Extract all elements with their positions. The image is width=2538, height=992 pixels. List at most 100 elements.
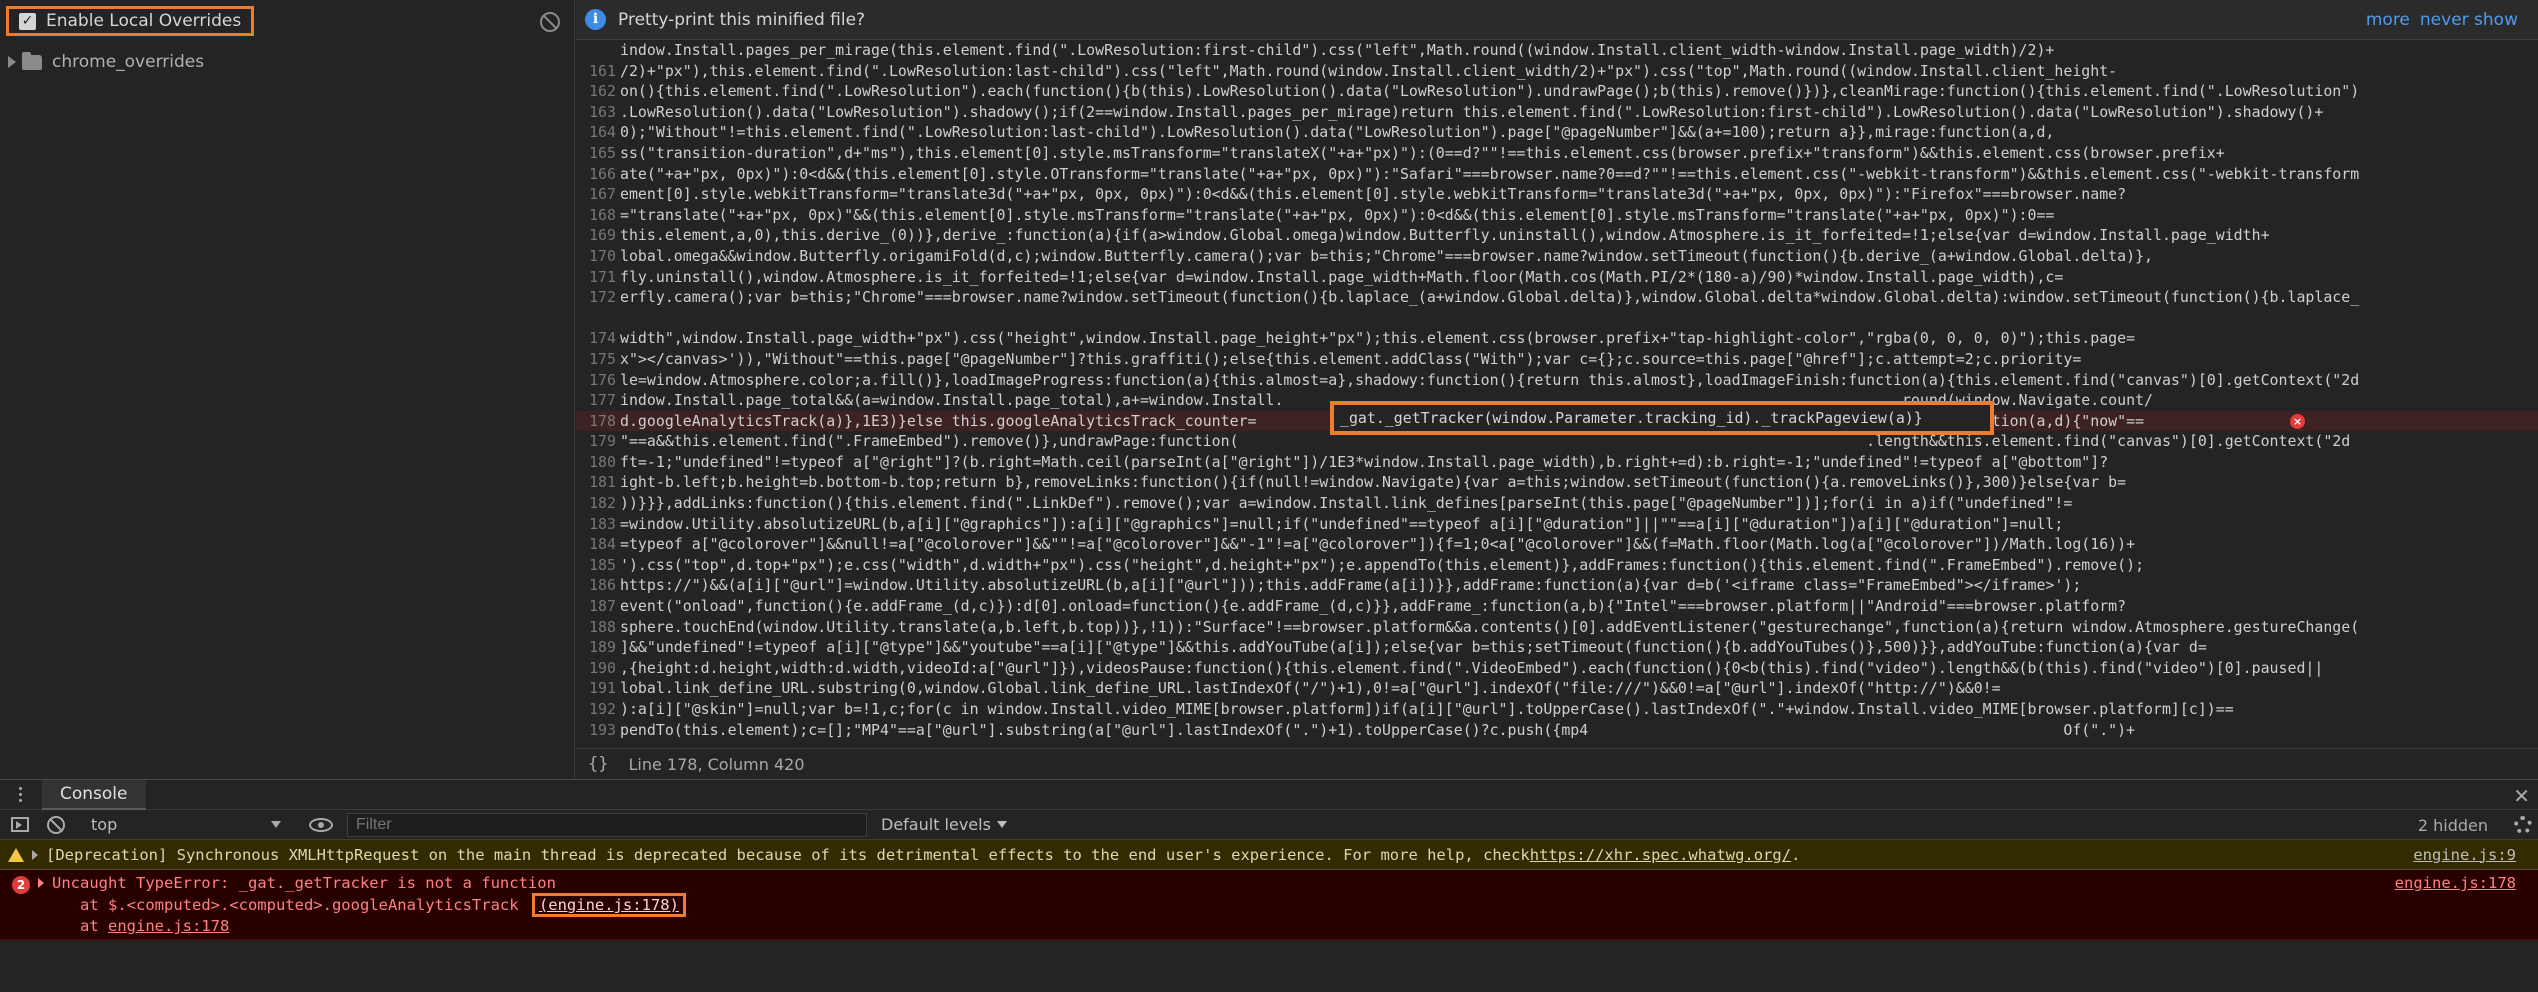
code-line[interactable] [576, 308, 2538, 329]
line-number[interactable]: 167 [576, 184, 618, 205]
line-number[interactable]: 179 [576, 431, 618, 452]
line-number[interactable]: 191 [576, 678, 618, 699]
line-number[interactable]: 183 [576, 514, 618, 535]
line-number[interactable]: 172 [576, 287, 618, 308]
line-number[interactable]: 193 [576, 720, 618, 741]
clear-console-icon[interactable] [47, 815, 65, 834]
line-number[interactable]: 192 [576, 699, 618, 720]
line-number[interactable]: 189 [576, 637, 618, 658]
line-number[interactable]: 164 [576, 122, 618, 143]
code-line[interactable]: 190 ,{height:d.height,width:d.width,video… [576, 658, 2538, 679]
tab-console[interactable]: Console [42, 779, 146, 810]
line-number[interactable]: 188 [576, 617, 618, 638]
line-number[interactable]: 169 [576, 225, 618, 246]
code-line[interactable]: 168 ="translate("+a+"px, 0px)"&&(this.ele… [576, 205, 2538, 226]
checkbox-checked-icon[interactable]: ✓ [19, 12, 36, 30]
code-line[interactable]: 166 ate("+a+"px, 0px)"):0<d&&(this.elemen… [576, 164, 2538, 185]
close-drawer-icon[interactable]: ✕ [2513, 784, 2530, 808]
code-line[interactable]: 165 ss("transition-duration",d+"ms"),this… [576, 143, 2538, 164]
code-line[interactable]: 164 0);"Without"!=this.element.find(".Low… [576, 122, 2538, 143]
show-sidebar-icon[interactable] [11, 817, 29, 832]
code-text: x"></canvas>')),"Without"==this.page["@p… [620, 349, 2082, 368]
line-number[interactable]: 178 [576, 411, 618, 432]
console-error-message: 2 Uncaught TypeError: _gat._getTracker i… [0, 870, 2538, 940]
code-line[interactable]: 180 ft=-1;"undefined"!=typeof a["@right"]… [576, 452, 2538, 473]
code-line[interactable]: 174 width",window.Install.page_width+"px"… [576, 328, 2538, 349]
never-show-link[interactable]: never show [2420, 10, 2518, 30]
line-number[interactable]: 190 [576, 658, 618, 679]
code-line[interactable]: 193 pendTo(this.element);c=[];"MP4"==a["@… [576, 720, 2538, 741]
line-number[interactable]: 171 [576, 267, 618, 288]
folder-chrome-overrides[interactable]: chrome_overrides [8, 50, 204, 74]
code-line[interactable]: 181 ight-b.left;b.height=b.bottom-b.top;r… [576, 472, 2538, 493]
line-number[interactable]: 180 [576, 452, 618, 473]
error-source-link[interactable]: engine.js:178 [2395, 874, 2516, 892]
pretty-print-braces-icon[interactable]: {} [588, 754, 608, 774]
line-number[interactable]: 161 [576, 61, 618, 82]
code-line[interactable]: 162 on(){this.element.find(".LowResolutio… [576, 81, 2538, 102]
clear-configuration-icon[interactable] [540, 12, 560, 32]
code-line[interactable]: 182))}}},addLinks:function(){this.elemen… [576, 493, 2538, 514]
code-line[interactable]: 176 le=window.Atmosphere.color;a.fill()},… [576, 370, 2538, 391]
code-text: ):a[i]["@skin"]=null;var b=!1,c;for(c in… [620, 700, 2234, 718]
code-text: /2)+"px"),this.element.find(".LowResolut… [620, 61, 2118, 80]
log-levels-dropdown[interactable]: Default levels [881, 815, 1007, 834]
code-line[interactable]: indow.Install.pages_per_mirage(this.elem… [576, 40, 2538, 61]
line-number[interactable]: 177 [576, 390, 618, 411]
enable-local-overrides-checkbox[interactable]: ✓ Enable Local Overrides [6, 6, 254, 36]
folder-icon [22, 51, 42, 70]
code-line[interactable]: 170 lobal.omega&&window.Butterfly.origami… [576, 246, 2538, 267]
code-line[interactable]: 189]&&"undefined"!=typeof a[i]["@type"]&… [576, 637, 2538, 658]
code-line[interactable]: 184 =typeof a["@colorover"]&&null!=a["@co… [576, 534, 2538, 555]
warning-help-link[interactable]: https://xhr.spec.whatwg.org/ [1530, 846, 1791, 864]
line-number[interactable]: 186 [576, 575, 618, 596]
code-line[interactable]: 185 ').css("top",d.top+"px");e.css("width… [576, 555, 2538, 576]
error-marker-icon[interactable]: × [2290, 414, 2305, 429]
eye-icon[interactable] [309, 817, 333, 832]
expand-triangle-icon[interactable] [38, 878, 44, 888]
line-number[interactable]: 184 [576, 534, 618, 555]
line-number[interactable]: 162 [576, 81, 618, 102]
code-area[interactable]: indow.Install.pages_per_mirage(this.elem… [576, 40, 2538, 747]
code-line[interactable]: 188 sphere.touchEnd(window.Utility.transl… [576, 617, 2538, 638]
line-number[interactable]: 175 [576, 349, 618, 370]
code-line[interactable]: 161/2)+"px"),this.element.find(".LowReso… [576, 61, 2538, 82]
line-number[interactable]: 187 [576, 596, 618, 617]
code-line[interactable]: 172 erfly.camera();var b=this;"Chrome"===… [576, 287, 2538, 308]
error-text: Uncaught TypeError: _gat._getTracker is … [52, 874, 556, 892]
expand-triangle-icon[interactable] [32, 849, 38, 860]
code-line[interactable]: 183 =window.Utility.absolutizeURL(b,a[i][… [576, 514, 2538, 535]
filter-input[interactable] [347, 812, 867, 837]
context-selector[interactable]: top [91, 815, 281, 834]
line-number[interactable]: 181 [576, 472, 618, 493]
code-line[interactable]: 191 lobal.link_define_URL.substring(0,win… [576, 678, 2538, 699]
line-number[interactable]: 163 [576, 102, 618, 123]
line-number[interactable]: 174 [576, 328, 618, 349]
drawer-menu-icon[interactable] [8, 787, 32, 802]
warning-source-link[interactable]: engine.js:9 [2413, 846, 2516, 864]
stack-frame-1-link[interactable]: (engine.js:178) [531, 893, 686, 917]
line-number[interactable] [576, 40, 618, 61]
line-number[interactable]: 168 [576, 205, 618, 226]
code-line[interactable]: 171 fly.uninstall(),window.Atmosphere.is_… [576, 267, 2538, 288]
line-number[interactable]: 176 [576, 370, 618, 391]
code-line[interactable]: 163 .LowResolution().data("LowResolution"… [576, 102, 2538, 123]
code-line[interactable]: 169 this.element,a,0),this.derive_(0))},d… [576, 225, 2538, 246]
stack-frame-2-link[interactable]: engine.js:178 [108, 917, 229, 935]
code-line[interactable]: 167 ement[0].style.webkitTransform="trans… [576, 184, 2538, 205]
more-link[interactable]: more [2366, 10, 2410, 30]
code-line[interactable]: 186 https://")&&(a[i]["@url"]=window.Util… [576, 575, 2538, 596]
code-line[interactable]: 192):a[i]["@skin"]=null;var b=!1,c;for(c… [576, 699, 2538, 720]
line-number[interactable]: 185 [576, 555, 618, 576]
expand-triangle-icon[interactable] [8, 56, 16, 68]
line-number[interactable]: 182 [576, 493, 618, 514]
hidden-count: 2 hidden [2417, 816, 2488, 835]
code-line[interactable]: 175 x"></canvas>')),"Without"==this.page[… [576, 349, 2538, 370]
code-text: =window.Utility.absolutizeURL(b,a[i]["@g… [620, 514, 2064, 533]
line-number[interactable]: 166 [576, 164, 618, 185]
gear-icon[interactable] [2514, 816, 2532, 834]
line-number[interactable]: 170 [576, 246, 618, 267]
code-line[interactable]: 187 event("onload",function(){e.addFrame_… [576, 596, 2538, 617]
line-number[interactable] [576, 308, 618, 329]
line-number[interactable]: 165 [576, 143, 618, 164]
